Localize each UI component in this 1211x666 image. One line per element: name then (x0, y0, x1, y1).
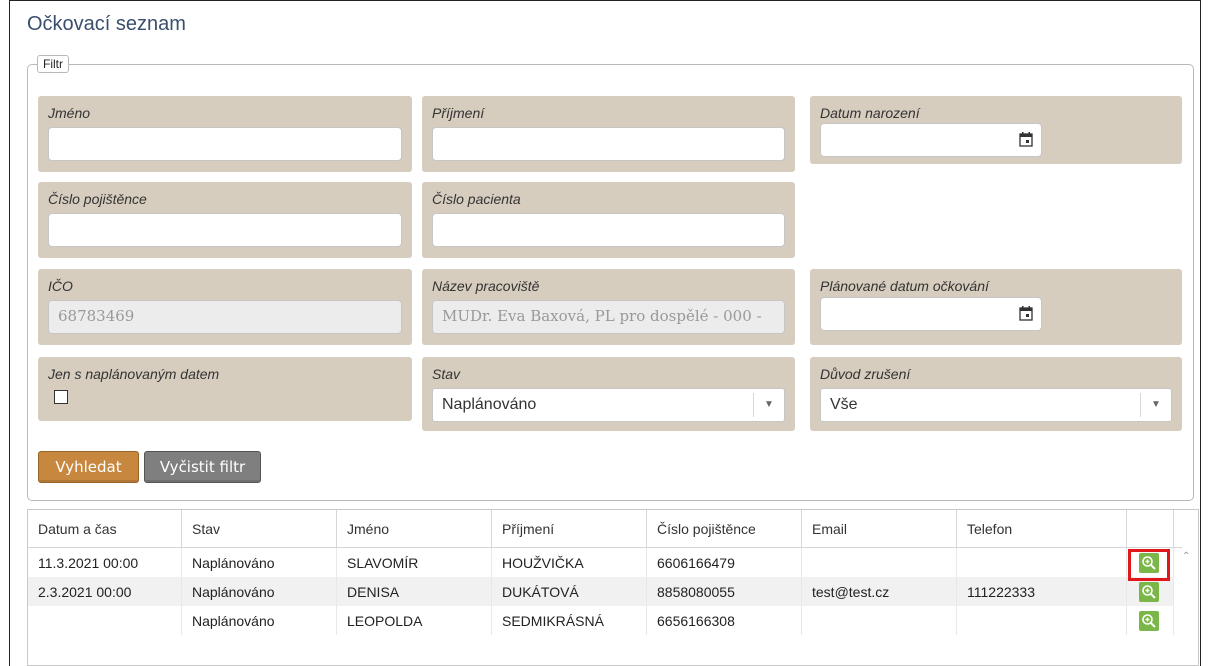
chevron-down-icon[interactable]: ▼ (753, 393, 784, 417)
cell-jmeno: LEOPOLDA (336, 606, 492, 635)
cell-telefon: 111222333 (956, 577, 1127, 606)
clear-filter-button[interactable]: Vyčistit filtr (144, 451, 261, 483)
cell-prijmeni: DUKÁTOVÁ (491, 577, 647, 606)
cell-cislo: 6606166479 (646, 547, 802, 577)
ico-label: IČO (48, 278, 73, 294)
nazev-pracoviste-label: Název pracoviště (432, 278, 540, 294)
cell-telefon (956, 606, 1127, 635)
table-row[interactable]: 2.3.2021 00:00 Naplánováno DENISA DUKÁTO… (28, 577, 1182, 606)
cell-datum: 2.3.2021 00:00 (28, 577, 182, 606)
stav-label: Stav (432, 366, 461, 382)
actions-header (1126, 510, 1174, 548)
cislo-pacienta-block: Číslo pacienta (422, 182, 795, 258)
jen-naplanovane-checkbox[interactable] (54, 390, 68, 404)
cislo-pojistence-label: Číslo pojištěnce (48, 191, 147, 207)
duvod-zruseni-select[interactable]: Vše ▼ (820, 388, 1172, 422)
jmeno-block: Jméno (38, 96, 412, 172)
column-header[interactable]: Datum a čas (28, 510, 182, 548)
calendar-icon[interactable] (1019, 306, 1033, 321)
jmeno-input[interactable] (48, 127, 402, 161)
cell-prijmeni: HOUŽVIČKA (491, 547, 647, 577)
page-title: Očkovací seznam (27, 13, 186, 35)
column-header[interactable]: Email (801, 510, 957, 548)
cell-cislo: 6656166308 (646, 606, 802, 635)
scrollbar-cell (1173, 577, 1182, 606)
cell-datum: 11.3.2021 00:00 (28, 547, 182, 577)
datum-narozeni-input[interactable] (820, 123, 1042, 157)
chevron-down-icon[interactable]: ▼ (1140, 393, 1171, 417)
stav-selected: Naplánováno (442, 396, 537, 413)
stav-select[interactable]: Naplánováno ▼ (432, 388, 785, 422)
table-header-row: Datum a čas Stav Jméno Příjmení Číslo po… (28, 510, 1182, 548)
cislo-pacienta-label: Číslo pacienta (432, 191, 521, 207)
column-header[interactable]: Stav (181, 510, 337, 548)
scrollbar-header (1173, 510, 1182, 548)
ico-block: IČO 68783469 (38, 269, 412, 345)
planovane-datum-label: Plánované datum očkování (820, 278, 989, 294)
cell-cislo: 8858080055 (646, 577, 802, 606)
cell-datum (28, 606, 182, 635)
cell-stav: Naplánováno (181, 606, 337, 635)
column-header[interactable]: Příjmení (491, 510, 647, 548)
cell-jmeno: DENISA (336, 577, 492, 606)
cell-stav: Naplánováno (181, 547, 337, 577)
calendar-icon[interactable] (1019, 132, 1033, 147)
cell-actions (1126, 577, 1174, 606)
search-button[interactable]: Vyhledat (38, 451, 139, 483)
zoom-in-icon[interactable] (1139, 581, 1159, 602)
results-table-container: Datum a čas Stav Jméno Příjmení Číslo po… (27, 509, 1199, 666)
prijmeni-input[interactable] (432, 127, 785, 161)
filter-legend: Filtr (37, 55, 69, 73)
zoom-in-icon[interactable] (1139, 610, 1159, 631)
column-header[interactable]: Telefon (956, 510, 1127, 548)
duvod-zruseni-selected: Vše (830, 396, 858, 413)
table-row[interactable]: 11.3.2021 00:00 Naplánováno SLAVOMÍR HOU… (28, 547, 1183, 578)
cell-prijmeni: SEDMIKRÁSNÁ (491, 606, 647, 635)
cell-email: test@test.cz (801, 577, 957, 606)
cell-email (801, 547, 957, 577)
cislo-pojistence-block: Číslo pojištěnce (38, 182, 412, 258)
scroll-up-arrow-icon[interactable]: ⌃ (1182, 551, 1190, 562)
duvod-zruseni-block: Důvod zrušení Vše ▼ (810, 357, 1182, 431)
cell-stav: Naplánováno (181, 577, 337, 606)
cell-email (801, 606, 957, 635)
cell-telefon (956, 547, 1127, 577)
highlight-box (1128, 549, 1170, 581)
prijmeni-block: Příjmení (422, 96, 795, 172)
jen-naplanovane-block: Jen s naplánovaným datem (38, 357, 412, 421)
nazev-pracoviste-input: MUDr. Eva Baxová, PL pro dospělé - 000 - (432, 300, 785, 334)
stav-block: Stav Naplánováno ▼ (422, 357, 795, 431)
duvod-zruseni-label: Důvod zrušení (820, 366, 911, 382)
results-table: Datum a čas Stav Jméno Příjmení Číslo po… (28, 510, 1182, 635)
scrollbar-cell (1174, 548, 1183, 578)
jen-naplanovane-label: Jen s naplánovaným datem (48, 366, 220, 382)
jmeno-label: Jméno (48, 105, 91, 121)
prijmeni-label: Příjmení (432, 105, 485, 121)
planovane-datum-input[interactable] (820, 297, 1042, 331)
cell-actions (1126, 606, 1174, 635)
scrollbar-cell (1174, 606, 1183, 635)
table-row[interactable]: Naplánováno LEOPOLDA SEDMIKRÁSNÁ 6656166… (28, 606, 1182, 635)
datum-narozeni-block: Datum narození (810, 96, 1182, 164)
nazev-pracoviste-block: Název pracoviště MUDr. Eva Baxová, PL pr… (422, 269, 795, 345)
datum-narozeni-label: Datum narození (820, 105, 920, 121)
ico-input: 68783469 (48, 300, 402, 334)
cislo-pojistence-input[interactable] (48, 213, 402, 247)
cell-jmeno: SLAVOMÍR (336, 547, 492, 577)
planovane-datum-block: Plánované datum očkování (810, 269, 1182, 345)
column-header[interactable]: Číslo pojištěnce (646, 510, 802, 548)
column-header[interactable]: Jméno (336, 510, 492, 548)
cislo-pacienta-input[interactable] (432, 213, 785, 247)
